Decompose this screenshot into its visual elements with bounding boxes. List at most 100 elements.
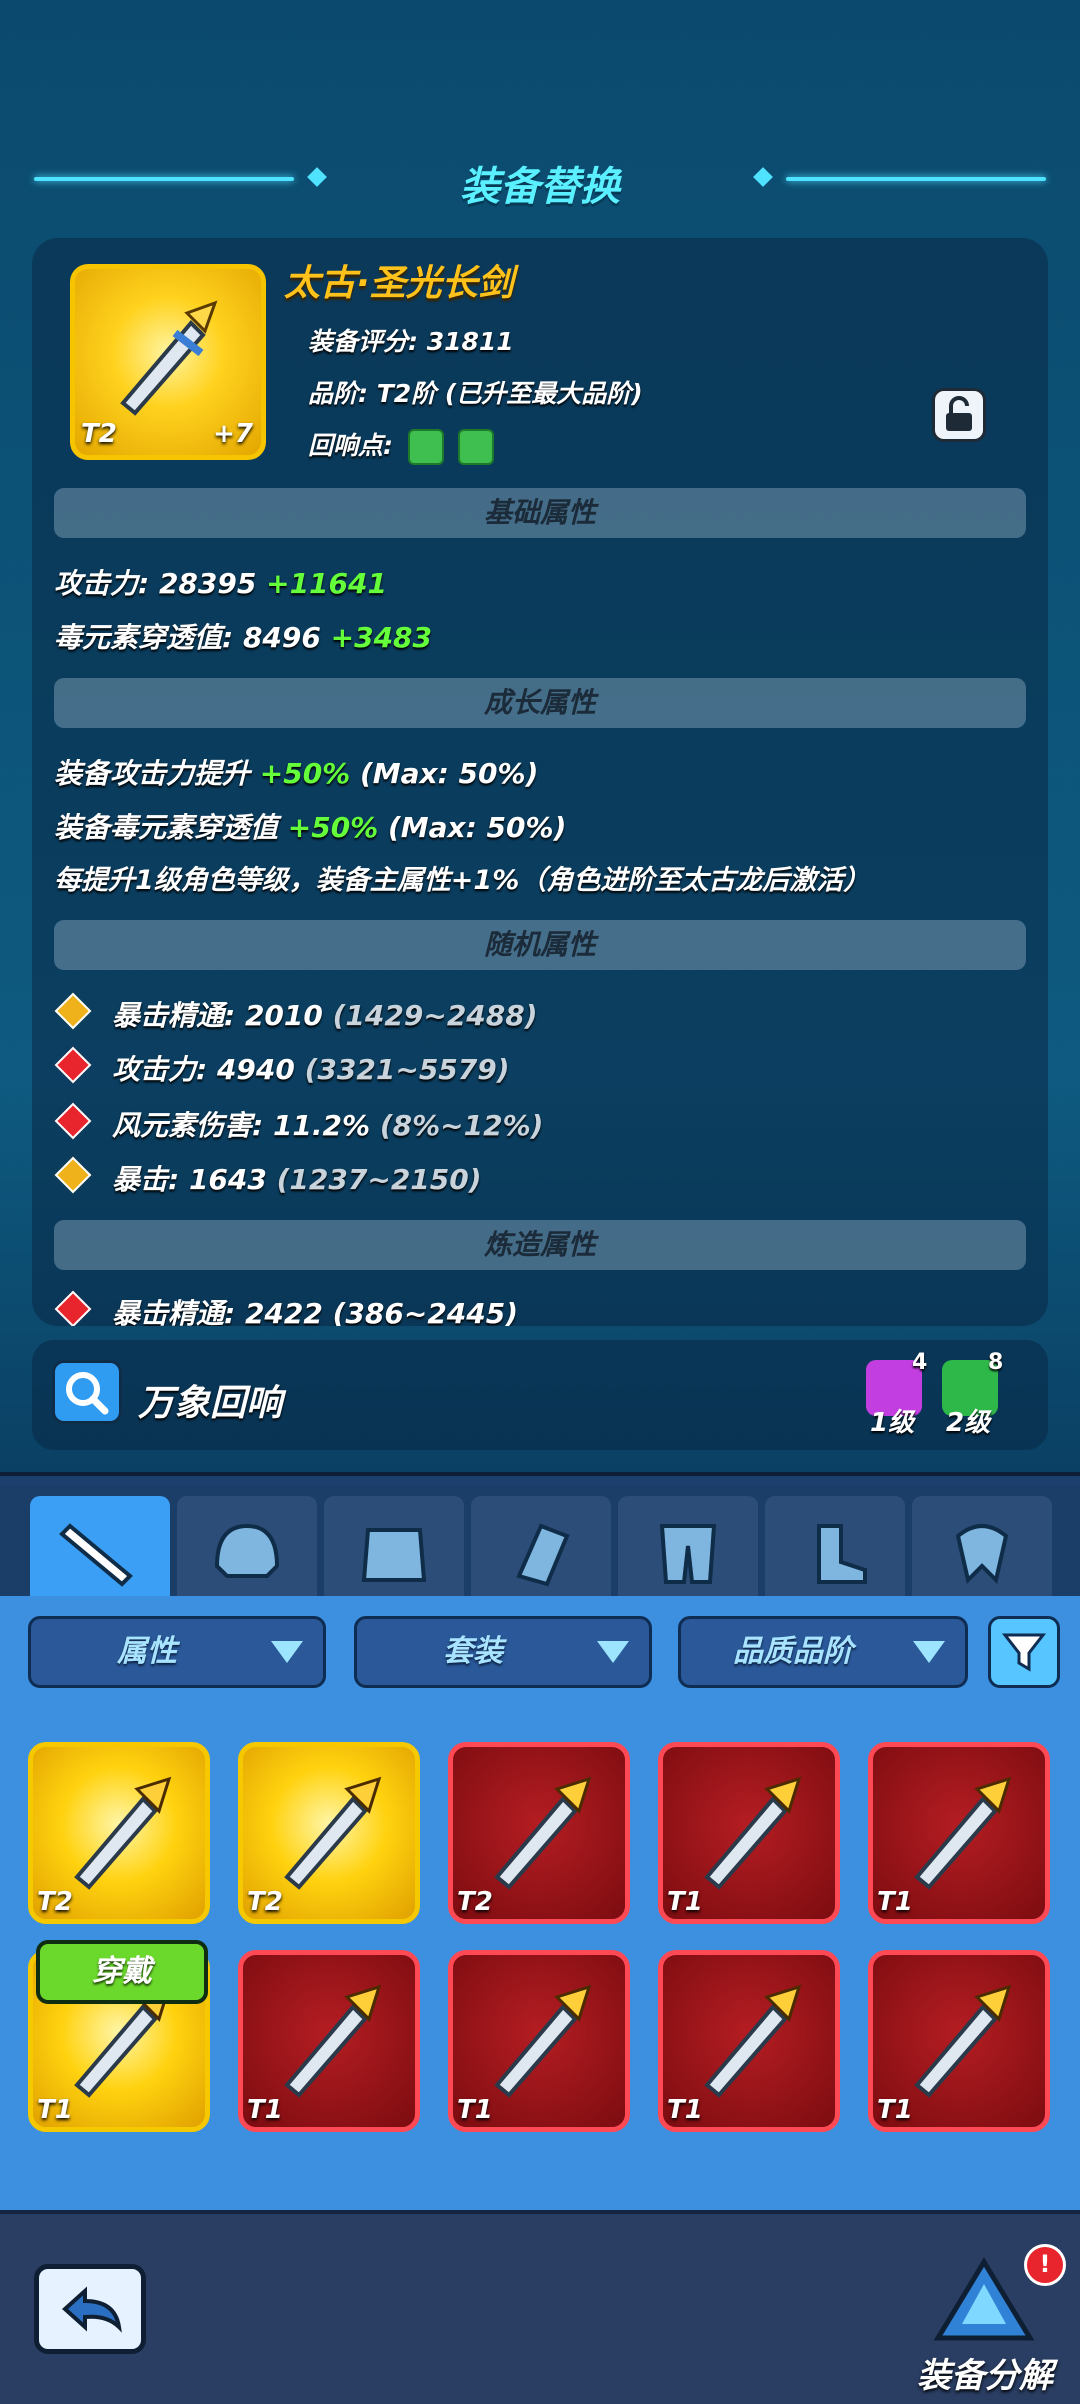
sword-icon <box>120 300 218 416</box>
random-stat-range: (1429~2488) <box>332 999 538 1032</box>
random-stat-row: 暴击: 1643 (1237~2150) <box>54 1156 482 1198</box>
card-tier: T1 <box>667 1887 703 1917</box>
echo-badge-count: 4 <box>912 1350 928 1375</box>
equip-button[interactable]: 穿戴 <box>36 1940 208 2004</box>
random-stat-row: 攻击力: 4940 (3321~5579) <box>54 1046 510 1088</box>
card-tier: T1 <box>247 2095 283 2125</box>
footer-bar: ! 装备分解 <box>0 2210 1080 2404</box>
echo-label: 万象回响 <box>138 1383 283 1424</box>
card-tier: T2 <box>457 1887 493 1917</box>
title-bar: 装备替换 <box>0 150 1080 210</box>
diamond-icon <box>54 992 92 1030</box>
growth-stat-row: 装备毒元素穿透值 +50% (Max: 50%) <box>54 806 566 846</box>
random-stat-row: 暴击精通: 2010 (1429~2488) <box>54 992 538 1034</box>
card-tier: T1 <box>877 2095 913 2125</box>
item-icon: T2 +7 <box>70 264 266 460</box>
diamond-icon <box>54 1046 92 1084</box>
inventory-item-card[interactable]: T1 <box>658 1742 840 1924</box>
echo-badge-green[interactable]: 8 2级 <box>942 1350 1003 1438</box>
echo-gem-icon <box>458 429 495 465</box>
growth-stat-label: 每提升1级角色等级，装备主属性+1%（角色进阶至太古龙后激活） <box>54 865 871 896</box>
section-forge-header: 炼造属性 <box>54 1220 1026 1270</box>
inventory-item-card[interactable]: T1 <box>448 1950 630 2132</box>
inventory-item-card[interactable]: T1 <box>868 1742 1050 1924</box>
card-tier: T1 <box>457 2095 493 2125</box>
growth-stat-max: (Max: 50%) <box>350 757 539 790</box>
basic-stat-bonus: +11641 <box>266 567 387 600</box>
card-tier: T2 <box>37 1887 73 1917</box>
echo-badge-level: 1级 <box>870 1408 915 1438</box>
inventory-item-card[interactable]: T2 <box>28 1742 210 1924</box>
back-arrow-icon <box>62 2286 122 2333</box>
forge-stat-label: 暴击精通: 2422 (386~2445) <box>112 1297 519 1326</box>
decompose-label: 装备分解 <box>917 2356 1053 2396</box>
growth-stat-label: 装备攻击力提升 <box>54 757 260 790</box>
weapon-icon <box>704 1776 802 1890</box>
section-random-header: 随机属性 <box>54 920 1026 970</box>
page-title: 装备替换 <box>460 164 620 210</box>
echo-bar[interactable]: 万象回响 4 1级 8 2级 <box>32 1340 1048 1450</box>
basic-stat-bonus: +3483 <box>330 621 433 654</box>
echo-gem-icon <box>407 429 444 465</box>
weapon-icon <box>914 1776 1012 1890</box>
growth-stat-bonus: +50% <box>287 811 379 844</box>
echo-badge-count: 8 <box>988 1350 1004 1375</box>
growth-stat-row: 装备攻击力提升 +50% (Max: 50%) <box>54 752 538 792</box>
random-stat-label: 暴击: 1643 <box>112 1163 277 1196</box>
inventory-item-card[interactable]: T2 <box>238 1742 420 1924</box>
weapon-icon <box>284 1776 382 1890</box>
echo-badge-level: 2级 <box>946 1408 991 1438</box>
inventory-item-card[interactable]: T1 <box>238 1950 420 2132</box>
diamond-icon <box>54 1156 92 1194</box>
basic-stat-label: 毒元素穿透值: 8496 <box>54 621 331 654</box>
lock-button[interactable] <box>932 388 986 442</box>
weapon-icon <box>494 1776 592 1890</box>
item-detail-panel: T2 +7 太古·圣光长剑 装备评分: 31811 品阶: T2阶 (已升至最大… <box>32 238 1048 1326</box>
forge-stat-row: 暴击精通: 2422 (386~2445) <box>54 1290 519 1326</box>
random-stat-label: 风元素伤害: 11.2% <box>112 1109 380 1142</box>
echo-points-label: 回响点: <box>308 431 393 460</box>
card-tier: T1 <box>877 1887 913 1917</box>
diamond-icon <box>54 1102 92 1140</box>
card-tier: T1 <box>667 2095 703 2125</box>
growth-stat-max: (Max: 50%) <box>378 811 567 844</box>
random-stat-label: 暴击精通: 2010 <box>112 999 333 1032</box>
weapon-icon <box>284 1984 382 2098</box>
growth-stat-row: 每提升1级角色等级，装备主属性+1%（角色进阶至太古龙后激活） <box>54 858 870 897</box>
card-tier: T2 <box>247 1887 283 1917</box>
item-tier: T2 <box>81 419 117 449</box>
inventory-grid: T2 T2 T2 T1 T1 T1 T1 T1 T1 T1 <box>0 1476 1080 2296</box>
search-icon <box>66 1372 109 1415</box>
item-score: 装备评分: 31811 <box>308 327 514 356</box>
search-button[interactable] <box>52 1360 122 1424</box>
inventory-item-card[interactable]: T1 <box>868 1950 1050 2132</box>
diamond-icon <box>54 1290 92 1326</box>
basic-stat-row: 攻击力: 28395 +11641 <box>54 562 387 602</box>
basic-stat-row: 毒元素穿透值: 8496 +3483 <box>54 616 432 656</box>
unlock-icon <box>946 396 972 431</box>
decompose-button[interactable]: ! 装备分解 <box>917 2244 1066 2396</box>
random-stat-label: 攻击力: 4940 <box>112 1053 305 1086</box>
alert-badge: ! <box>1024 2244 1066 2286</box>
echo-badge-purple[interactable]: 4 1级 <box>866 1350 927 1438</box>
item-echo-points: 回响点: <box>308 426 495 465</box>
growth-stat-bonus: +50% <box>259 757 351 790</box>
random-stat-range: (1237~2150) <box>276 1163 482 1196</box>
weapon-icon <box>74 1776 172 1890</box>
basic-stat-label: 攻击力: 28395 <box>54 567 267 600</box>
section-basic-header: 基础属性 <box>54 488 1026 538</box>
random-stat-range: (8%~12%) <box>379 1109 544 1142</box>
item-grade: 品阶: T2阶 (已升至最大品阶) <box>308 379 643 408</box>
title-line-right <box>786 177 1046 181</box>
growth-stat-label: 装备毒元素穿透值 <box>54 811 288 844</box>
section-growth-header: 成长属性 <box>54 678 1026 728</box>
item-enhance-level: +7 <box>213 419 253 449</box>
back-button[interactable] <box>34 2264 146 2354</box>
weapon-icon <box>494 1984 592 2098</box>
inventory-item-card[interactable]: T1 <box>658 1950 840 2132</box>
card-tier: T1 <box>37 2095 73 2125</box>
random-stat-row: 风元素伤害: 11.2% (8%~12%) <box>54 1102 544 1144</box>
weapon-icon <box>914 1984 1012 2098</box>
inventory-item-card[interactable]: T2 <box>448 1742 630 1924</box>
weapon-icon <box>704 1984 802 2098</box>
